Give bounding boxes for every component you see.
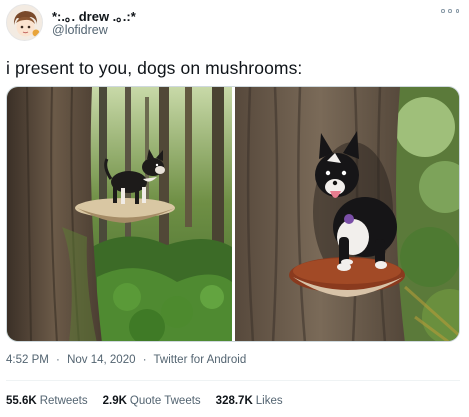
- likes-stat[interactable]: 328.7K Likes: [216, 395, 283, 407]
- tweet-metadata: 4:52 PM · Nov 14, 2020 · Twitter for And…: [6, 354, 246, 366]
- retweets-label: Retweets: [39, 395, 88, 407]
- photo-dog-on-mushroom-left[interactable]: [7, 87, 232, 341]
- tweet-text: i present to you, dogs on mushrooms:: [6, 58, 303, 78]
- avatar[interactable]: [6, 4, 43, 41]
- separator-dot: ·: [56, 354, 60, 366]
- tweet-source[interactable]: Twitter for Android: [154, 354, 247, 366]
- retweets-stat[interactable]: 55.6K Retweets: [6, 395, 88, 407]
- tweet: *:.｡. drew .｡.:* @lofidrew i present to …: [0, 0, 469, 417]
- more-dot: [455, 9, 459, 13]
- likes-label: Likes: [255, 395, 283, 407]
- more-options-icon[interactable]: [441, 6, 459, 16]
- separator-dot: ·: [142, 354, 147, 366]
- likes-count: 328.7K: [215, 395, 253, 407]
- retweets-count: 55.6K: [6, 395, 37, 407]
- more-dot: [441, 9, 445, 13]
- author-handle[interactable]: @lofidrew: [52, 23, 108, 37]
- quote-tweets-label: Quote Tweets: [129, 395, 201, 407]
- quote-tweets-stat[interactable]: 2.9K Quote Tweets: [103, 395, 201, 407]
- quote-tweets-count: 2.9K: [102, 395, 127, 407]
- media-grid: [6, 86, 460, 342]
- photo-dog-on-mushroom-right[interactable]: [235, 87, 459, 341]
- tweet-time[interactable]: 4:52 PM: [6, 354, 49, 366]
- engagement-stats: 55.6K Retweets 2.9K Quote Tweets 328.7K Lik…: [6, 395, 298, 407]
- avatar-image: [7, 5, 42, 40]
- more-dot: [448, 9, 452, 13]
- tweet-date[interactable]: Nov 14, 2020: [67, 354, 135, 366]
- divider: [6, 380, 460, 381]
